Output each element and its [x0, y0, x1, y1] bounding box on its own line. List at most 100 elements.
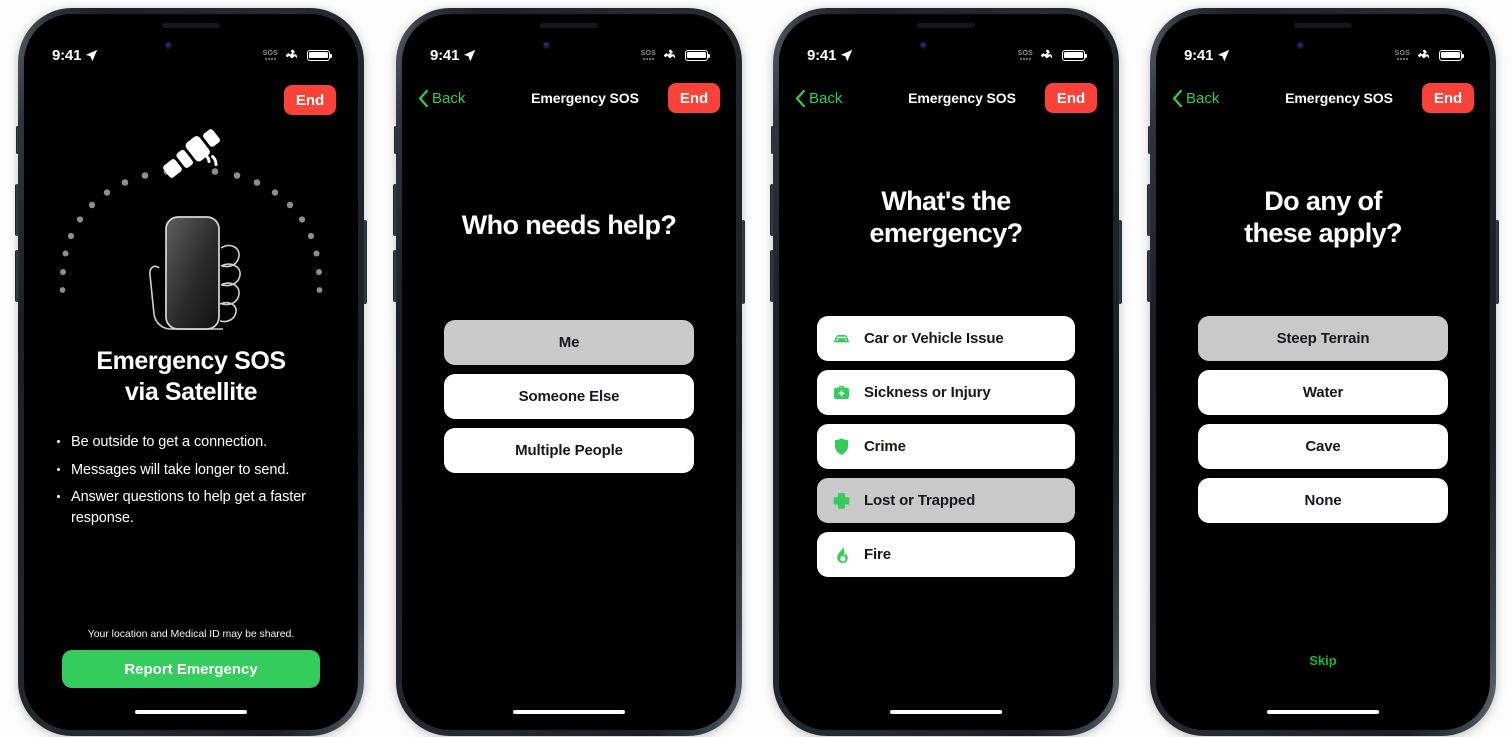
option-me[interactable]: Me — [444, 320, 694, 365]
option-multiple-people[interactable]: Multiple People — [444, 428, 694, 473]
cross-icon — [831, 490, 852, 511]
status-bar-right: SOS — [1018, 49, 1088, 62]
phone-screen-who-needs-help: 9:41 SOS Back Emergency SOS End Who need… — [393, 8, 745, 736]
end-button[interactable]: End — [1045, 83, 1097, 113]
nav-bar: Back Emergency SOS End — [779, 76, 1113, 120]
phone-frame: 9:41 SOS — [770, 8, 1122, 736]
clock: 9:41 — [807, 46, 837, 64]
option-fire[interactable]: Fire — [817, 532, 1075, 577]
option-someone-else[interactable]: Someone Else — [444, 374, 694, 419]
status-bar-right: SOS — [1395, 49, 1465, 62]
nav-title: Emergency SOS — [908, 90, 1016, 106]
medical-bag-icon — [831, 382, 852, 403]
volume-down-button[interactable] — [1147, 250, 1151, 302]
silent-switch[interactable] — [1148, 126, 1151, 154]
clock: 9:41 — [52, 46, 82, 64]
option-label: Crime — [864, 438, 906, 455]
status-bar-right: SOS — [263, 49, 333, 62]
back-button[interactable]: Back — [418, 89, 502, 107]
list-item: Answer questions to help get a faster re… — [54, 487, 332, 528]
status-bar: 9:41 SOS — [402, 44, 736, 66]
clock: 9:41 — [1184, 46, 1214, 64]
phone-frame: 9:41 SOS — [15, 8, 367, 736]
home-indicator[interactable] — [135, 710, 247, 714]
home-indicator[interactable] — [1267, 710, 1379, 714]
report-emergency-button[interactable]: Report Emergency — [62, 650, 320, 688]
battery-full-icon — [1439, 49, 1465, 61]
list-item: Messages will take longer to send. — [54, 460, 332, 481]
power-button[interactable] — [1495, 220, 1499, 304]
end-button[interactable]: End — [1422, 83, 1474, 113]
status-bar-right: SOS — [641, 49, 711, 62]
option-list: Car or Vehicle Issue Sickness or Injury — [817, 316, 1075, 577]
shield-icon — [831, 436, 852, 457]
volume-up-button[interactable] — [393, 184, 397, 236]
end-button[interactable]: End — [668, 83, 720, 113]
satellite-icon — [285, 49, 298, 58]
status-bar: 9:41 SOS — [24, 44, 358, 66]
power-button[interactable] — [1118, 220, 1122, 304]
list-item: Be outside to get a connection. — [54, 432, 332, 453]
option-label: Lost or Trapped — [864, 492, 976, 509]
volume-down-button[interactable] — [770, 250, 774, 302]
title-line-2: emergency? — [869, 217, 1023, 248]
volume-down-button[interactable] — [15, 250, 19, 302]
volume-down-button[interactable] — [393, 250, 397, 302]
silent-switch[interactable] — [16, 126, 19, 154]
back-button-label: Back — [432, 89, 466, 107]
front-camera-icon — [165, 42, 172, 49]
end-button[interactable]: End — [284, 85, 336, 115]
earpiece-speaker-icon — [540, 23, 598, 28]
option-sickness-or-injury[interactable]: Sickness or Injury — [817, 370, 1075, 415]
privacy-disclaimer: Your location and Medical ID may be shar… — [87, 628, 295, 640]
sos-indicator-icon: SOS — [1395, 50, 1410, 60]
status-bar-left: 9:41 — [807, 47, 853, 64]
option-steep-terrain[interactable]: Steep Terrain — [1198, 316, 1448, 361]
home-indicator[interactable] — [890, 710, 1002, 714]
car-icon — [831, 328, 852, 349]
volume-up-button[interactable] — [770, 184, 774, 236]
option-cave[interactable]: Cave — [1198, 424, 1448, 469]
phone-display: 9:41 SOS — [1156, 14, 1490, 730]
status-bar: 9:41 SOS — [1156, 44, 1490, 66]
option-label: Sickness or Injury — [864, 384, 991, 401]
volume-up-button[interactable] — [1147, 184, 1151, 236]
back-button-label: Back — [1186, 89, 1220, 107]
battery-full-icon — [307, 49, 333, 61]
option-water[interactable]: Water — [1198, 370, 1448, 415]
title-line-1: What's the — [881, 186, 1011, 216]
battery-full-icon — [1062, 49, 1088, 61]
page-title: What's the emergency? — [797, 186, 1095, 250]
title-line-1: Emergency SOS — [96, 347, 286, 375]
option-label: Car or Vehicle Issue — [864, 330, 1004, 347]
silent-switch[interactable] — [394, 126, 397, 154]
earpiece-speaker-icon — [917, 23, 975, 28]
clock: 9:41 — [430, 46, 460, 64]
back-button-label: Back — [809, 89, 843, 107]
silent-switch[interactable] — [771, 126, 774, 154]
back-button[interactable]: Back — [1172, 89, 1256, 107]
option-car-or-vehicle-issue[interactable]: Car or Vehicle Issue — [817, 316, 1075, 361]
power-button[interactable] — [741, 220, 745, 304]
home-indicator[interactable] — [513, 710, 625, 714]
earpiece-speaker-icon — [1294, 23, 1352, 28]
nav-title: Emergency SOS — [531, 90, 639, 106]
option-label: Fire — [864, 546, 891, 563]
option-crime[interactable]: Crime — [817, 424, 1075, 469]
volume-up-button[interactable] — [15, 184, 19, 236]
satellite-icon — [1040, 49, 1053, 58]
option-list: Steep Terrain Water Cave None — [1198, 316, 1448, 523]
skip-link[interactable]: Skip — [1156, 653, 1490, 668]
location-arrow-icon — [464, 49, 476, 61]
location-arrow-icon — [841, 49, 853, 61]
back-button[interactable]: Back — [795, 89, 879, 107]
phone-display: 9:41 SOS — [24, 14, 358, 730]
title-line-1: Do any of — [1264, 186, 1382, 216]
location-arrow-icon — [86, 49, 98, 61]
earpiece-speaker-icon — [162, 23, 220, 28]
option-none[interactable]: None — [1198, 478, 1448, 523]
power-button[interactable] — [363, 220, 367, 304]
option-lost-or-trapped[interactable]: Lost or Trapped — [817, 478, 1075, 523]
status-bar-left: 9:41 — [430, 47, 476, 64]
phone-frame: 9:41 SOS — [393, 8, 745, 736]
